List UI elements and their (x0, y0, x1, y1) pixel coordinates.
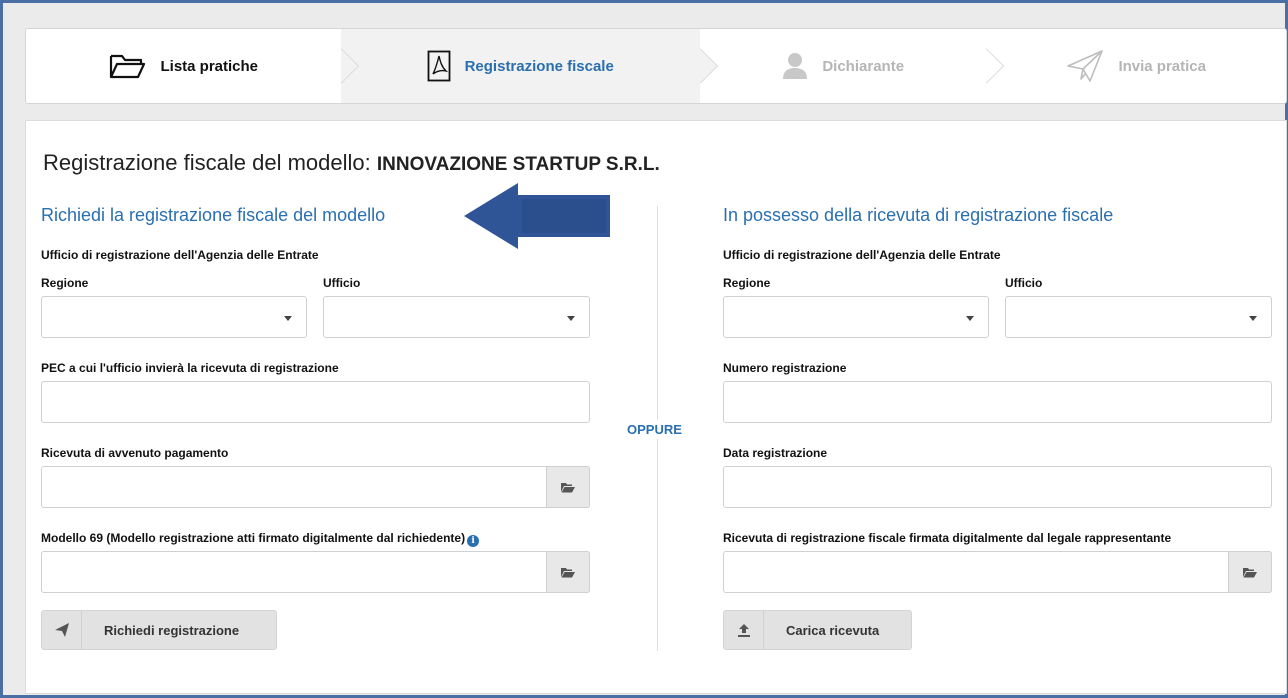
pdf-icon (427, 50, 451, 82)
wizard-stepper: Lista pratiche Registrazione fiscale Dic… (25, 28, 1287, 104)
left-section-title: Richiedi la registrazione fiscale del mo… (41, 205, 386, 225)
ricevuta-firmata-label: Ricevuta di registrazione fiscale firmat… (723, 531, 1172, 545)
chevron-down-icon (966, 316, 974, 321)
data-registrazione-label: Data registrazione (723, 446, 828, 460)
left-regione-select[interactable] (41, 296, 307, 338)
numero-registrazione-input[interactable] (723, 381, 1272, 423)
folder-open-icon (561, 567, 575, 577)
page-title-prefix: Registrazione fiscale del modello: (43, 150, 371, 175)
step-registrazione-fiscale[interactable]: Registrazione fiscale (340, 29, 700, 103)
page-title: Registrazione fiscale del modello: INNOV… (43, 150, 660, 176)
step-invia-pratica[interactable]: Invia pratica (986, 29, 1286, 103)
numero-registrazione-label: Numero registrazione (723, 361, 847, 375)
ricevuta-firmata-file-input[interactable] (723, 551, 1272, 593)
step-label: Lista pratiche (160, 57, 259, 75)
chevron-down-icon (1249, 316, 1257, 321)
app-window: Lista pratiche Registrazione fiscale Dic… (3, 3, 1287, 695)
step-dichiarante[interactable]: Dichiarante (700, 29, 987, 103)
upload-icon (724, 611, 764, 649)
right-regione-label: Regione (723, 276, 771, 290)
richiedi-registrazione-button[interactable]: Richiedi registrazione (41, 610, 277, 650)
pec-input[interactable] (41, 381, 590, 423)
ricevuta-pagamento-file-input[interactable] (41, 466, 590, 508)
oppure-separator: OPPURE (627, 420, 682, 439)
right-section-title: In possesso della ricevuta di registrazi… (723, 205, 1114, 225)
browse-file-button[interactable] (546, 551, 590, 593)
modello-69-label-text: Modello 69 (Modello registrazione atti f… (41, 531, 466, 545)
annotation-arrow-icon (464, 183, 610, 249)
data-registrazione-input[interactable] (723, 466, 1272, 508)
step-label: Registrazione fiscale (464, 57, 614, 75)
right-regione-select[interactable] (723, 296, 989, 338)
ricevuta-pagamento-label: Ricevuta di avvenuto pagamento (41, 446, 229, 460)
registration-panel: Registrazione fiscale del modello: INNOV… (25, 120, 1287, 694)
right-ufficio-label: Ufficio (1005, 276, 1043, 290)
paper-plane-icon (42, 611, 82, 649)
right-ufficio-select[interactable] (1005, 296, 1272, 338)
folder-open-icon (1243, 567, 1257, 577)
button-label: Carica ricevuta (786, 622, 880, 638)
carica-ricevuta-button[interactable]: Carica ricevuta (723, 610, 912, 650)
browse-file-button[interactable] (546, 466, 590, 508)
chevron-down-icon (567, 316, 575, 321)
folder-open-icon (561, 482, 575, 492)
folder-icon (108, 52, 146, 80)
modello-69-label: Modello 69 (Modello registrazione atti f… (41, 531, 480, 547)
modello-69-file-input[interactable] (41, 551, 590, 593)
step-lista-pratiche[interactable]: Lista pratiche (26, 29, 341, 103)
step-label: Dichiarante (822, 57, 905, 75)
step-label: Invia pratica (1118, 57, 1206, 75)
pec-label: PEC a cui l'ufficio invierà la ricevuta … (41, 361, 339, 375)
browse-file-button[interactable] (1228, 551, 1272, 593)
right-office-section-label: Ufficio di registrazione dell'Agenzia de… (723, 248, 1001, 262)
left-regione-label: Regione (41, 276, 89, 290)
left-office-section-label: Ufficio di registrazione dell'Agenzia de… (41, 248, 319, 262)
info-icon[interactable]: i (467, 535, 480, 547)
user-icon (782, 52, 808, 80)
left-ufficio-label: Ufficio (323, 276, 361, 290)
paper-plane-icon (1066, 49, 1104, 83)
chevron-down-icon (284, 316, 292, 321)
button-label: Richiedi registrazione (104, 622, 240, 638)
company-name: INNOVAZIONE STARTUP S.R.L. (376, 154, 660, 175)
left-ufficio-select[interactable] (323, 296, 590, 338)
